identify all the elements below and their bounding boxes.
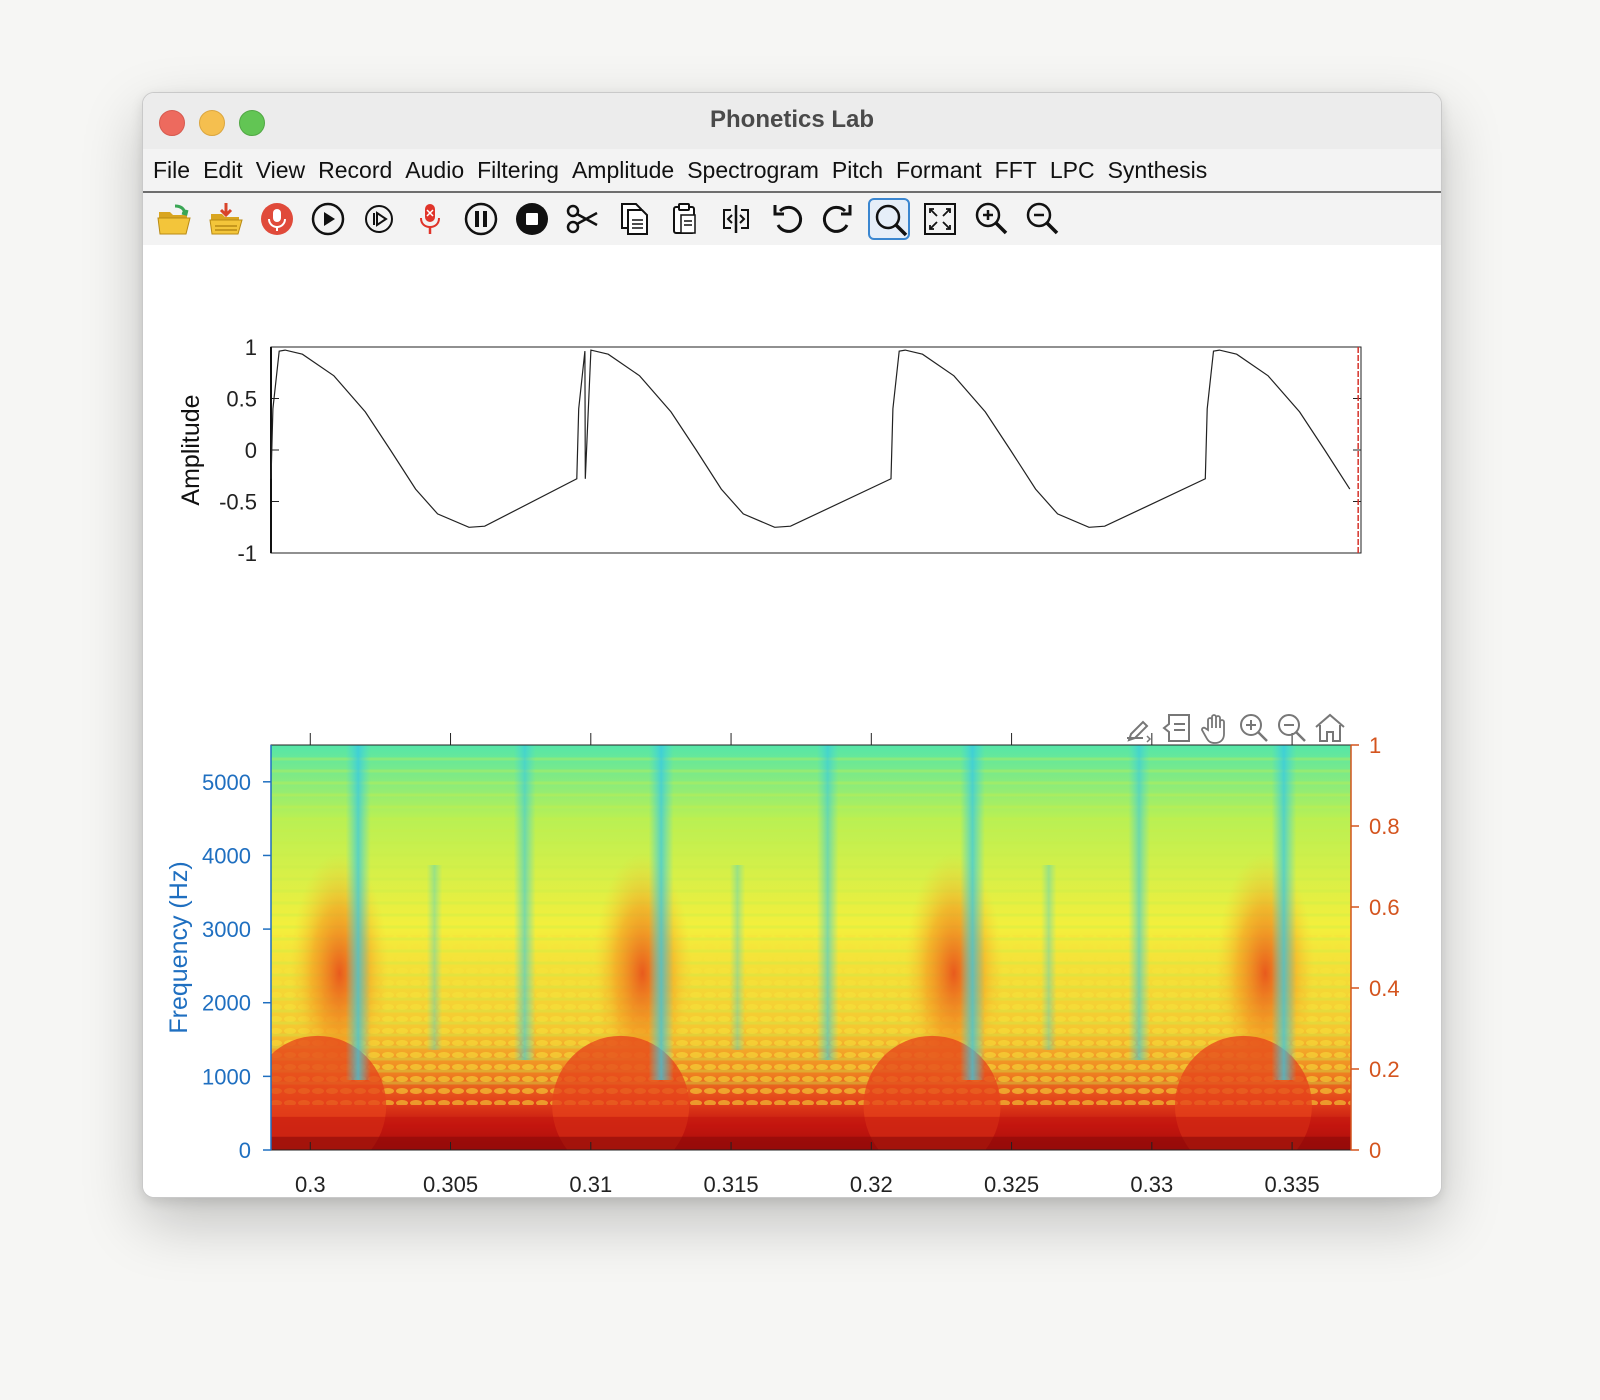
spectrogram-striation xyxy=(1041,865,1057,1050)
menu-filtering[interactable]: Filtering xyxy=(477,149,559,191)
waveform-ylabel: Amplitude xyxy=(177,394,205,505)
undo-icon[interactable] xyxy=(766,198,808,240)
paste-icon[interactable] xyxy=(664,198,706,240)
record-mic-icon[interactable] xyxy=(256,198,298,240)
menu-record[interactable]: Record xyxy=(318,149,392,191)
menu-spectrogram[interactable]: Spectrogram xyxy=(687,149,819,191)
spectrogram-ytick-left-label: 4000 xyxy=(202,843,251,868)
waveform-ytick-label: -0.5 xyxy=(219,490,257,515)
spectrogram-axes[interactable]: 0.30.3050.310.3150.320.3250.330.335Time … xyxy=(165,733,1441,1197)
menu-pitch[interactable]: Pitch xyxy=(832,149,883,191)
split-icon[interactable] xyxy=(715,198,757,240)
spectrogram-striation xyxy=(816,745,839,1060)
window-title: Phonetics Lab xyxy=(709,106,875,133)
menu-view[interactable]: View xyxy=(256,149,305,191)
menu-bar: File Edit View Record Audio Filtering Amplitud… xyxy=(143,149,1441,193)
spectrogram-ytick-left-label: 1000 xyxy=(202,1064,251,1089)
waveform-ytick-label: 0 xyxy=(245,438,257,463)
spectrogram-ytick-right-label: 0.6 xyxy=(1369,895,1400,920)
spectrogram-striation xyxy=(729,865,746,1050)
menu-edit[interactable]: Edit xyxy=(203,149,243,191)
spectrogram-xtick-label: 0.315 xyxy=(704,1172,759,1197)
menu-formant[interactable]: Formant xyxy=(896,149,982,191)
import-folder-icon[interactable] xyxy=(205,198,247,240)
spectrogram-xtick-label: 0.325 xyxy=(984,1172,1039,1197)
spectrogram-image xyxy=(271,745,1441,1150)
spectrogram-striation xyxy=(1440,745,1441,1060)
app-window: Phonetics Lab File Edit View Record Audio Fil… xyxy=(142,92,1442,1198)
home-icon[interactable] xyxy=(1312,710,1348,746)
spectrogram-striation xyxy=(648,745,674,1080)
zoom-select-icon[interactable] xyxy=(868,198,910,240)
spectrogram-ytick-right-label: 0.4 xyxy=(1369,976,1400,1001)
spectrogram-ytick-left-label: 5000 xyxy=(202,770,251,795)
menu-amplitude[interactable]: Amplitude xyxy=(572,149,674,191)
spectrogram-striation xyxy=(426,865,443,1050)
menu-file[interactable]: File xyxy=(153,149,190,191)
brush-icon[interactable] xyxy=(1121,710,1157,746)
spectrogram-ytick-left-label: 0 xyxy=(239,1138,251,1163)
play-selection-icon[interactable] xyxy=(358,198,400,240)
spectrogram-ylabel: Frequency (Hz) xyxy=(165,861,193,1033)
pause-icon[interactable] xyxy=(460,198,502,240)
open-folder-icon[interactable] xyxy=(153,198,195,240)
redo-icon[interactable] xyxy=(817,198,859,240)
spectrogram-striation xyxy=(513,745,536,1060)
play-icon[interactable] xyxy=(307,198,349,240)
spectrogram-xtick-label: 0.32 xyxy=(850,1172,893,1197)
spectrogram-ytick-right-label: 0 xyxy=(1369,1138,1381,1163)
axes-zoom-in-icon[interactable] xyxy=(1236,710,1272,746)
spectrogram-xtick-label: 0.31 xyxy=(569,1172,612,1197)
spectrogram-xtick-label: 0.33 xyxy=(1130,1172,1173,1197)
waveform-ytick-label: -1 xyxy=(237,541,257,566)
zoom-in-icon[interactable] xyxy=(970,198,1012,240)
menu-audio[interactable]: Audio xyxy=(405,149,464,191)
waveform-axes[interactable]: 1 0.5 0 -0.5 -1 Amplitude xyxy=(177,335,1362,566)
toolbar xyxy=(143,193,1441,246)
plot-area: 1 0.5 0 -0.5 -1 Amplitude 0.3 0.305 0.31 0.315 0.… xyxy=(143,245,1441,1197)
spectrogram-striation xyxy=(345,745,371,1080)
fit-view-icon[interactable] xyxy=(919,198,961,240)
spectrogram-xtick-label: 0.335 xyxy=(1265,1172,1320,1197)
spectrogram-f0-core xyxy=(271,1136,1351,1150)
menu-fft[interactable]: FFT xyxy=(995,149,1037,191)
waveform-frame xyxy=(270,346,1362,554)
data-tips-icon[interactable] xyxy=(1159,710,1195,746)
zoom-out-icon[interactable] xyxy=(1021,198,1063,240)
axes-zoom-out-icon[interactable] xyxy=(1274,710,1310,746)
spectrogram-xtick-label: 0.3 xyxy=(295,1172,326,1197)
pan-icon[interactable] xyxy=(1198,710,1234,746)
spectrogram-striation xyxy=(1352,865,1368,1050)
stop-icon[interactable] xyxy=(511,198,553,240)
spectrogram-striation xyxy=(960,745,985,1080)
spectrogram-ytick-left-label: 3000 xyxy=(202,917,251,942)
cut-icon[interactable] xyxy=(562,198,604,240)
spectrogram-ytick-right-label: 1 xyxy=(1369,733,1381,758)
spectrogram-striation xyxy=(1128,745,1151,1060)
waveform-ytick-label: 0.5 xyxy=(226,387,257,412)
spectrogram-ytick-right-label: 0.8 xyxy=(1369,814,1400,839)
spectrogram-striation xyxy=(1271,745,1297,1080)
copy-icon[interactable] xyxy=(613,198,655,240)
menu-lpc[interactable]: LPC xyxy=(1050,149,1095,191)
spectrogram-ytick-right-label: 0.2 xyxy=(1369,1057,1400,1082)
menu-synthesis[interactable]: Synthesis xyxy=(1108,149,1208,191)
spectrogram-ytick-left-label: 2000 xyxy=(202,991,251,1016)
title-bar: Phonetics Lab xyxy=(143,93,1441,149)
spectrogram-xtick-label: 0.305 xyxy=(423,1172,478,1197)
waveform-ytick-label: 1 xyxy=(245,335,257,360)
microphone-icon[interactable] xyxy=(409,198,451,240)
